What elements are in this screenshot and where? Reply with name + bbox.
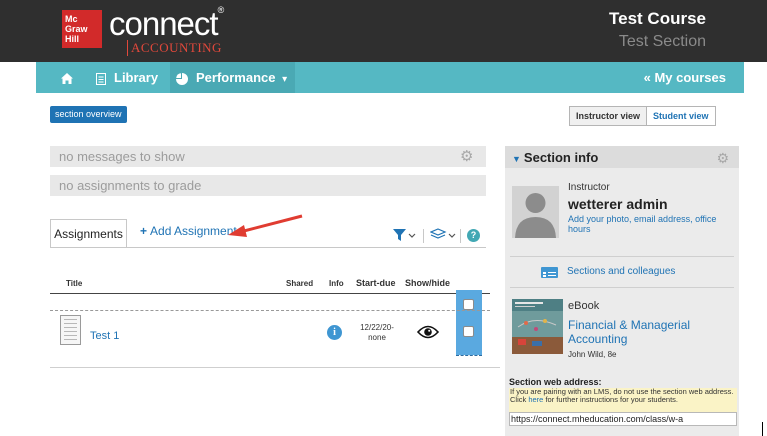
column-start-due[interactable]: Start-due — [356, 278, 396, 288]
ebook-title-link[interactable]: Financial & Managerial Accounting — [568, 318, 736, 346]
table-bottom-rule — [50, 367, 500, 368]
connect-brand[interactable]: connect® — [109, 5, 225, 43]
panel-divider — [510, 287, 734, 288]
view-toggle: Instructor view Student view — [569, 106, 716, 126]
help-icon[interactable]: ? — [467, 229, 480, 242]
table-header-rule — [50, 293, 490, 294]
assignments-to-grade-bar: no assignments to grade — [50, 175, 486, 196]
text-cursor — [762, 422, 763, 436]
nav-performance[interactable]: Performance ▾ — [176, 62, 287, 93]
chevron-down-icon: ▾ — [282, 74, 288, 85]
sections-and-colleagues-link[interactable]: Sections and colleagues — [567, 266, 675, 277]
start-date: 12/22/20- — [360, 323, 394, 332]
column-shared: Shared — [286, 279, 314, 288]
ebook-label: eBook — [568, 300, 600, 312]
row-checkbox[interactable] — [463, 326, 474, 337]
column-title[interactable]: Title — [66, 279, 82, 288]
section-web-address-label: Section web address: — [509, 377, 602, 387]
main-nav: Library Performance ▾ « My courses — [36, 62, 744, 93]
section-info-header[interactable]: ▼ Section info ⚙ — [505, 146, 739, 168]
logo-text: Mc Graw Hill — [65, 14, 88, 44]
ebook-author: John Wild, 8e — [568, 350, 617, 359]
instructor-label: Instructor — [568, 182, 610, 193]
course-section: Test Section — [618, 33, 706, 50]
top-header: Mc Graw Hill connect® ACCOUNTING Test Co… — [0, 0, 767, 62]
to-grade-text: no assignments to grade — [59, 178, 202, 193]
main-content: section overview Instructor view Student… — [36, 93, 744, 436]
tab-divider — [50, 247, 486, 248]
section-info-label: Section info — [523, 150, 599, 165]
nav-library-label: Library — [114, 70, 159, 85]
gear-icon[interactable]: ⚙ — [460, 149, 475, 164]
nav-performance-label: Performance — [196, 70, 276, 85]
filter-icon[interactable] — [392, 227, 416, 243]
nav-my-courses[interactable]: « My courses — [644, 62, 726, 93]
panel-divider — [510, 256, 734, 257]
messages-text: no messages to show — [59, 149, 185, 164]
gear-icon[interactable]: ⚙ — [716, 150, 729, 167]
select-all-checkbox[interactable] — [463, 299, 474, 310]
add-assignment-label: Add Assignment — [150, 224, 237, 238]
here-link[interactable]: here — [528, 395, 543, 404]
user-silhouette-icon — [515, 193, 556, 238]
nav-library[interactable]: Library — [96, 62, 158, 93]
tab-assignments[interactable]: Assignments — [50, 219, 127, 247]
section-url-field[interactable]: https://connect.mheducation.com/class/w-… — [509, 412, 737, 426]
due-date: none — [368, 333, 386, 342]
section-info-title: ▼ Section info — [512, 150, 598, 165]
student-view-button[interactable]: Student view — [647, 107, 715, 125]
messages-bar: no messages to show ⚙ — [50, 146, 486, 167]
brand-text: connect — [109, 5, 219, 42]
lms-notice: If you are pairing with an LMS, do not u… — [509, 388, 737, 412]
nav-home[interactable] — [52, 62, 82, 93]
book-cover-image — [512, 299, 563, 354]
toolbar-separator — [460, 229, 461, 243]
assignment-start-due: 12/22/20- none — [357, 323, 397, 343]
add-assignment-button[interactable]: + Add Assignment — [140, 224, 237, 238]
plus-icon: + — [140, 224, 148, 238]
toolbar-separator — [423, 229, 424, 243]
caret-down-icon: ▼ — [512, 154, 521, 164]
lms-notice-text-end: for further instructions for your studen… — [543, 395, 679, 404]
annotation-arrow-icon — [228, 214, 303, 237]
layers-icon[interactable] — [430, 227, 458, 243]
column-info: Info — [329, 279, 344, 288]
pie-chart-icon — [176, 72, 188, 85]
document-icon — [60, 315, 81, 345]
section-overview-button[interactable]: section overview — [50, 106, 127, 123]
info-icon[interactable]: i — [327, 325, 342, 340]
instructor-view-button[interactable]: Instructor view — [570, 107, 648, 125]
library-icon — [96, 72, 106, 85]
table-dashed-rule — [50, 310, 490, 311]
course-title: Test Course — [609, 9, 706, 28]
subject-label: ACCOUNTING — [127, 40, 222, 56]
add-photo-link[interactable]: Add your photo, email address, office ho… — [568, 214, 736, 234]
ebook-cover[interactable] — [512, 299, 563, 354]
home-icon — [61, 73, 73, 85]
eye-icon[interactable] — [417, 324, 439, 340]
instructor-name: wetterer admin — [568, 196, 668, 212]
mcgraw-hill-logo[interactable]: Mc Graw Hill — [62, 10, 102, 48]
sections-list-icon — [541, 267, 558, 278]
column-show-hide: Show/hide — [405, 278, 450, 288]
section-info-panel: ▼ Section info ⚙ Instructor wetterer admi… — [505, 146, 739, 436]
registered-mark: ® — [217, 5, 225, 15]
show-hide-column-rule — [456, 355, 482, 356]
assignment-title-link[interactable]: Test 1 — [90, 330, 119, 342]
avatar[interactable] — [512, 186, 559, 238]
